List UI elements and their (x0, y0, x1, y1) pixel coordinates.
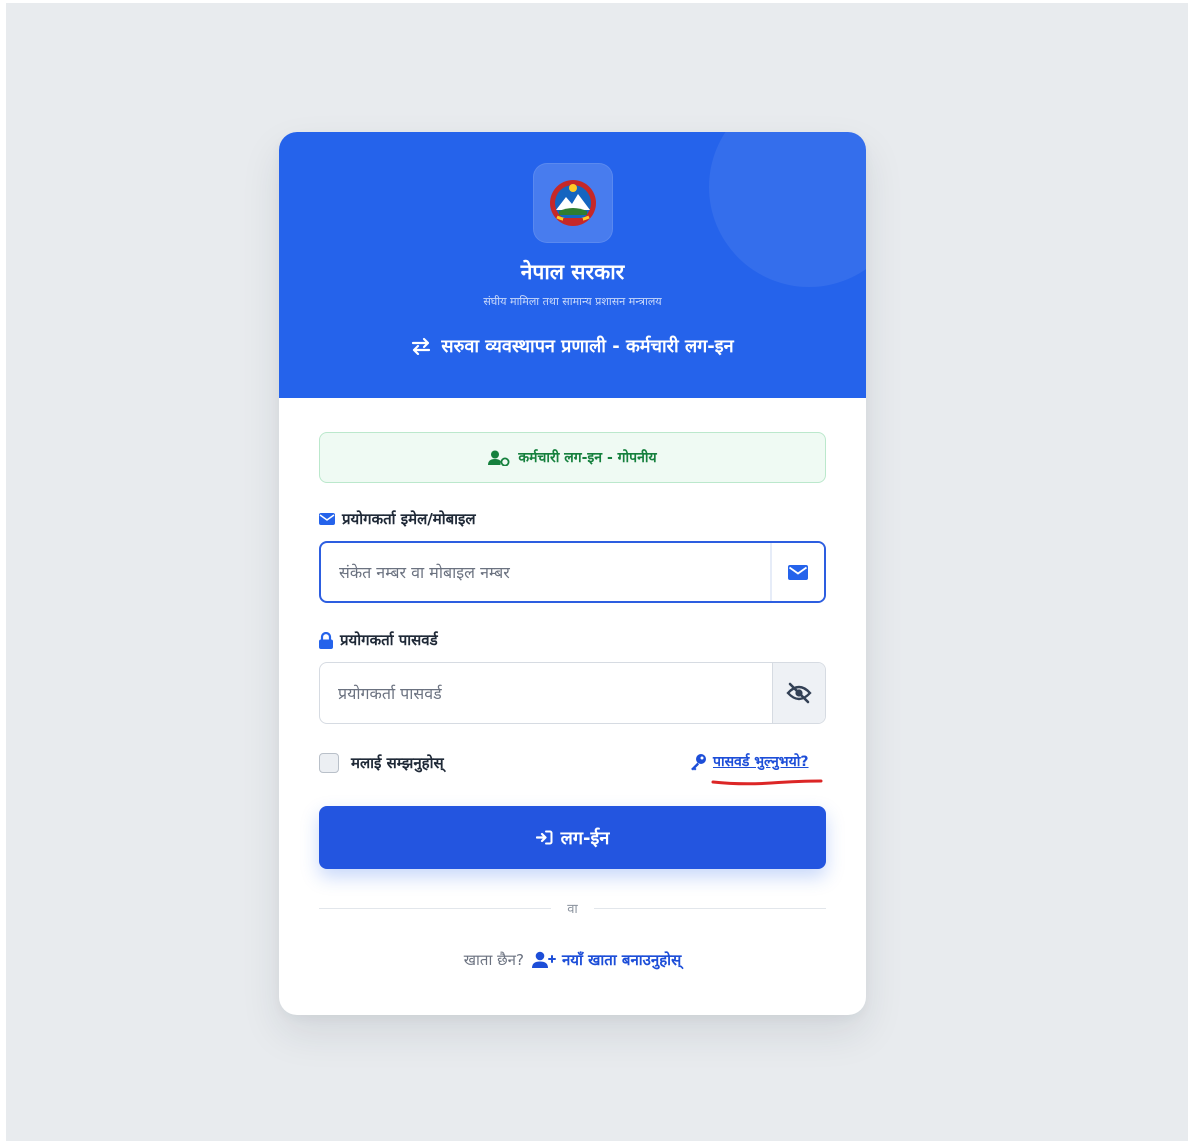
divider-text: वा (567, 902, 578, 917)
password-toggle-button[interactable] (772, 663, 825, 723)
user-plus-icon (531, 951, 556, 968)
username-label: प्रयोगकर्ता इमेल/मोबाइल (342, 510, 476, 528)
remember-me: मलाई सम्झनुहोस् (319, 753, 444, 773)
key-icon (691, 753, 706, 770)
confidential-notice: कर्मचारी लग-इन - गोपनीय (319, 432, 826, 483)
logo-box (533, 163, 613, 243)
nepal-emblem-icon (550, 180, 596, 226)
password-input[interactable] (320, 663, 772, 723)
forgot-password-label: पासवर्ड भुल्नुभयो? (713, 754, 809, 770)
username-input-group (319, 541, 826, 603)
signup-question: खाता छैन? (463, 951, 524, 969)
username-label-row: प्रयोगकर्ता इमेल/मोबाइल (319, 509, 476, 529)
login-button[interactable]: लग-ईन (319, 806, 826, 869)
create-account-link[interactable]: नयाँ खाता बनाउनुहोस् (531, 950, 682, 970)
divider-line-right (593, 907, 827, 909)
forgot-password-link[interactable]: पासवर्ड भुल्नुभयो? (689, 752, 809, 771)
org-title: नेपाल सरकार (520, 260, 625, 284)
exchange-arrows-icon (412, 337, 431, 355)
create-account-label: नयाँ खाता बनाउनुहोस् (561, 951, 682, 969)
system-title: सरुवा व्यवस्थापन प्रणाली - कर्मचारी लग-इ… (441, 336, 734, 357)
username-addon (770, 543, 824, 601)
red-annotation-underline (711, 779, 823, 786)
password-input-group (319, 662, 826, 724)
login-button-label: लग-ईन (560, 827, 610, 849)
password-label: प्रयोगकर्ता पासवर्ड (340, 631, 438, 649)
user-shield-icon (488, 450, 510, 466)
sign-in-icon (535, 830, 553, 845)
lock-icon (319, 631, 333, 649)
username-input[interactable] (321, 543, 770, 601)
signup-row: खाता छैन? नयाँ खाता बनाउनुहोस् (279, 950, 866, 970)
system-title-row: सरुवा व्यवस्थापन प्रणाली - कर्मचारी लग-इ… (279, 334, 866, 358)
or-divider: वा (319, 898, 827, 918)
login-card: नेपाल सरकार संघीय मामिला तथा सामान्य प्र… (279, 132, 866, 1015)
card-header: नेपाल सरकार संघीय मामिला तथा सामान्य प्र… (279, 132, 866, 398)
divider-line-left (319, 907, 552, 909)
envelope-icon (788, 564, 808, 580)
envelope-icon (319, 513, 335, 525)
notice-text: कर्मचारी लग-इन - गोपनीय (518, 450, 657, 466)
password-label-row: प्रयोगकर्ता पासवर्ड (319, 630, 438, 650)
remember-me-label: मलाई सम्झनुहोस् (351, 754, 444, 772)
eye-slash-icon (786, 682, 812, 704)
org-subtitle: संघीय मामिला तथा सामान्य प्रशासन मन्त्रा… (483, 295, 662, 308)
remember-me-checkbox[interactable] (319, 753, 339, 773)
